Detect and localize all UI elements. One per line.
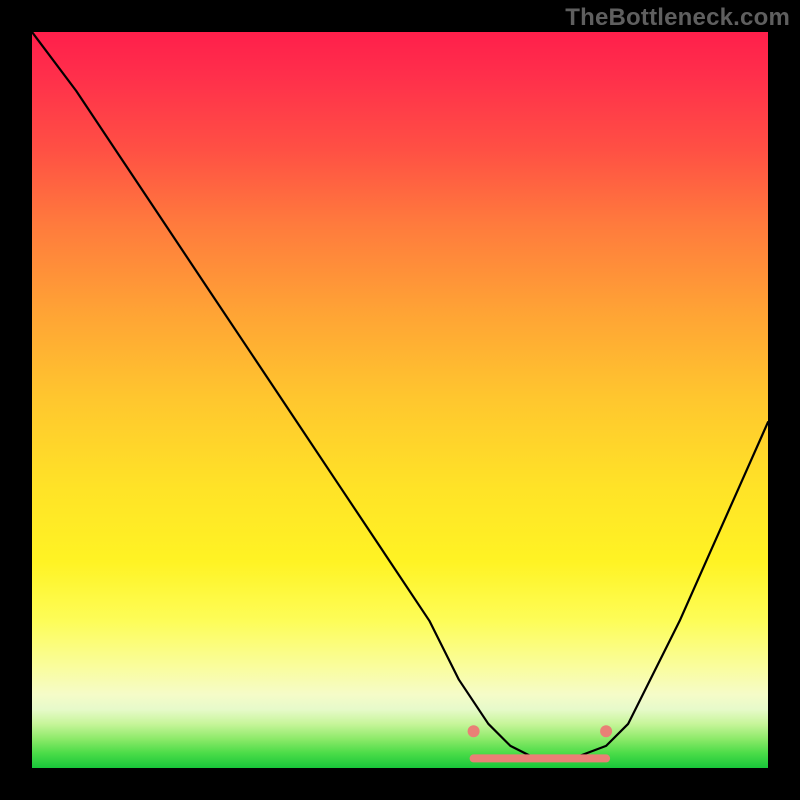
optimal-zone-marker-left bbox=[468, 725, 480, 737]
optimal-zone-marker-right bbox=[600, 725, 612, 737]
chart-frame: TheBottleneck.com bbox=[0, 0, 800, 800]
chart-svg bbox=[32, 32, 768, 768]
bottleneck-curve bbox=[32, 32, 768, 759]
watermark-text: TheBottleneck.com bbox=[565, 4, 790, 32]
plot-area bbox=[32, 32, 768, 768]
